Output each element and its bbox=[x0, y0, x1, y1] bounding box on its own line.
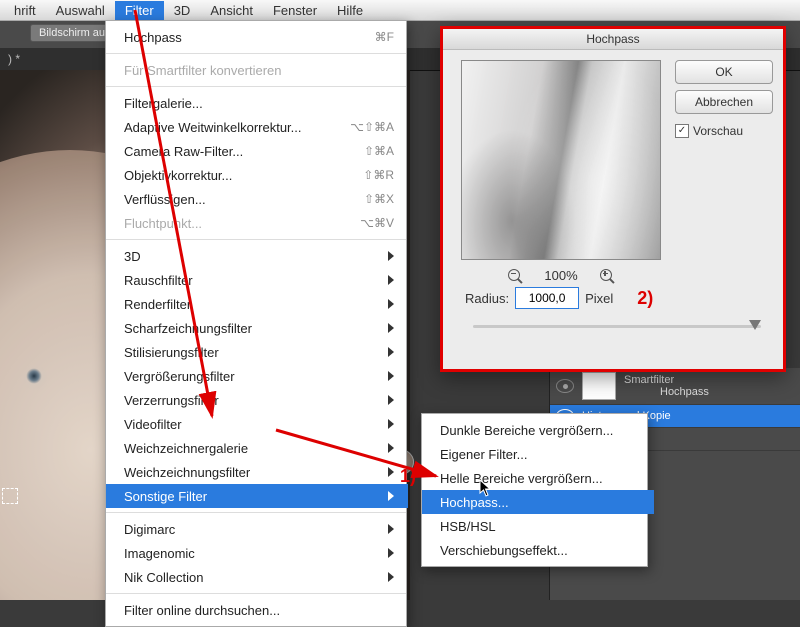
chevron-right-icon bbox=[388, 548, 394, 558]
slider-thumb-icon[interactable] bbox=[749, 320, 761, 330]
smartfilter-entry[interactable]: Hochpass bbox=[624, 386, 709, 398]
annotation-2: 2) bbox=[637, 288, 653, 309]
menu-item-rauschfilter[interactable]: Rauschfilter bbox=[106, 268, 408, 292]
menu-item-filter-online[interactable]: Filter online durchsuchen... bbox=[106, 598, 408, 622]
chevron-right-icon bbox=[388, 491, 394, 501]
radius-label: Radius: bbox=[465, 291, 509, 306]
menu-item-verzerrung[interactable]: Verzerrungsfilter bbox=[106, 388, 408, 412]
chevron-right-icon bbox=[388, 347, 394, 357]
layer-row-smartfilter[interactable]: Smartfilter Hochpass bbox=[550, 368, 800, 405]
menu-truncated[interactable]: hrift bbox=[4, 1, 46, 20]
menu-item-verschiebungseffekt[interactable]: Verschiebungseffekt... bbox=[422, 538, 654, 562]
menu-bar: hrift Auswahl Filter 3D Ansicht Fenster … bbox=[0, 0, 800, 21]
menu-filter[interactable]: Filter bbox=[115, 1, 164, 20]
cancel-button[interactable]: Abbrechen bbox=[675, 90, 773, 114]
preview-checkbox[interactable]: ✓ Vorschau bbox=[675, 124, 773, 138]
menu-item-helle-bereiche[interactable]: Helle Bereiche vergrößern... bbox=[422, 466, 654, 490]
chevron-right-icon bbox=[388, 371, 394, 381]
menu-3d[interactable]: 3D bbox=[164, 1, 201, 20]
menu-ansicht[interactable]: Ansicht bbox=[200, 1, 263, 20]
radius-unit: Pixel bbox=[585, 291, 613, 306]
zoom-in-icon[interactable] bbox=[600, 269, 614, 283]
radius-input[interactable] bbox=[515, 287, 579, 309]
menu-item-renderfilter[interactable]: Renderfilter bbox=[106, 292, 408, 316]
menu-item-hochpass[interactable]: Hochpass... bbox=[422, 490, 654, 514]
visibility-icon[interactable] bbox=[556, 379, 574, 393]
chevron-right-icon bbox=[388, 395, 394, 405]
chevron-right-icon bbox=[388, 467, 394, 477]
chevron-right-icon bbox=[388, 443, 394, 453]
menu-item-objektivkorrektur[interactable]: Objektivkorrektur...⇧⌘R bbox=[106, 163, 408, 187]
chevron-right-icon bbox=[388, 299, 394, 309]
menu-item-vergroesserung[interactable]: Vergrößerungsfilter bbox=[106, 364, 408, 388]
chevron-right-icon bbox=[388, 524, 394, 534]
hochpass-dialog: Hochpass OK Abbrechen ✓ Vorschau 100% Ra… bbox=[440, 26, 786, 372]
menu-fenster[interactable]: Fenster bbox=[263, 1, 327, 20]
chevron-right-icon bbox=[388, 251, 394, 261]
layer-thumbnail bbox=[582, 372, 616, 400]
menu-item-verfluessigen[interactable]: Verflüssigen...⇧⌘X bbox=[106, 187, 408, 211]
menu-item-imagenomic[interactable]: Imagenomic bbox=[106, 541, 408, 565]
radius-slider[interactable] bbox=[473, 319, 761, 333]
menu-item-videofilter[interactable]: Videofilter bbox=[106, 412, 408, 436]
menu-item-hsb-hsl[interactable]: HSB/HSL bbox=[422, 514, 654, 538]
menu-item-scharfzeichnung[interactable]: Scharfzeichnungsfilter bbox=[106, 316, 408, 340]
check-icon: ✓ bbox=[675, 124, 689, 138]
menu-item-3d-sub[interactable]: 3D bbox=[106, 244, 408, 268]
menu-item-fluchtpunkt: Fluchtpunkt...⌥⌘V bbox=[106, 211, 408, 235]
menu-item-dunkle-bereiche[interactable]: Dunkle Bereiche vergrößern... bbox=[422, 418, 654, 442]
zoom-level: 100% bbox=[544, 268, 577, 283]
dialog-preview[interactable] bbox=[461, 60, 661, 260]
chevron-right-icon bbox=[388, 275, 394, 285]
sonstige-filter-submenu: Dunkle Bereiche vergrößern... Eigener Fi… bbox=[421, 413, 648, 567]
menu-item-sonstige-filter[interactable]: Sonstige Filter bbox=[106, 484, 408, 508]
chevron-right-icon bbox=[388, 419, 394, 429]
chevron-right-icon bbox=[388, 323, 394, 333]
menu-item-weitwinkel[interactable]: Adaptive Weitwinkelkorrektur...⌥⇧⌘A bbox=[106, 115, 408, 139]
menu-item-nik[interactable]: Nik Collection bbox=[106, 565, 408, 589]
document-tab[interactable]: ) * bbox=[8, 52, 20, 66]
menu-auswahl[interactable]: Auswahl bbox=[46, 1, 115, 20]
menu-item-weichzeichnungsfilter[interactable]: Weichzeichnungsfilter bbox=[106, 460, 408, 484]
menu-item-weichzeichnergalerie[interactable]: Weichzeichnergalerie bbox=[106, 436, 408, 460]
filter-menu: Hochpass ⌘F Für Smartfilter konvertieren… bbox=[105, 20, 407, 627]
chevron-right-icon bbox=[388, 572, 394, 582]
menu-item-smartfilter: Für Smartfilter konvertieren bbox=[106, 58, 408, 82]
marquee-selection bbox=[2, 488, 18, 504]
menu-item-camera-raw[interactable]: Camera Raw-Filter...⇧⌘A bbox=[106, 139, 408, 163]
menu-item-filtergalerie[interactable]: Filtergalerie... bbox=[106, 91, 408, 115]
menu-hilfe[interactable]: Hilfe bbox=[327, 1, 373, 20]
menu-item-last-filter[interactable]: Hochpass ⌘F bbox=[106, 25, 408, 49]
dialog-title: Hochpass bbox=[443, 29, 783, 50]
annotation-1: 1) bbox=[400, 466, 416, 487]
menu-item-digimarc[interactable]: Digimarc bbox=[106, 517, 408, 541]
menu-item-stilisierung[interactable]: Stilisierungsfilter bbox=[106, 340, 408, 364]
ok-button[interactable]: OK bbox=[675, 60, 773, 84]
menu-item-eigener-filter[interactable]: Eigener Filter... bbox=[422, 442, 654, 466]
layer-name: Smartfilter bbox=[624, 374, 709, 386]
zoom-out-icon[interactable] bbox=[508, 269, 522, 283]
